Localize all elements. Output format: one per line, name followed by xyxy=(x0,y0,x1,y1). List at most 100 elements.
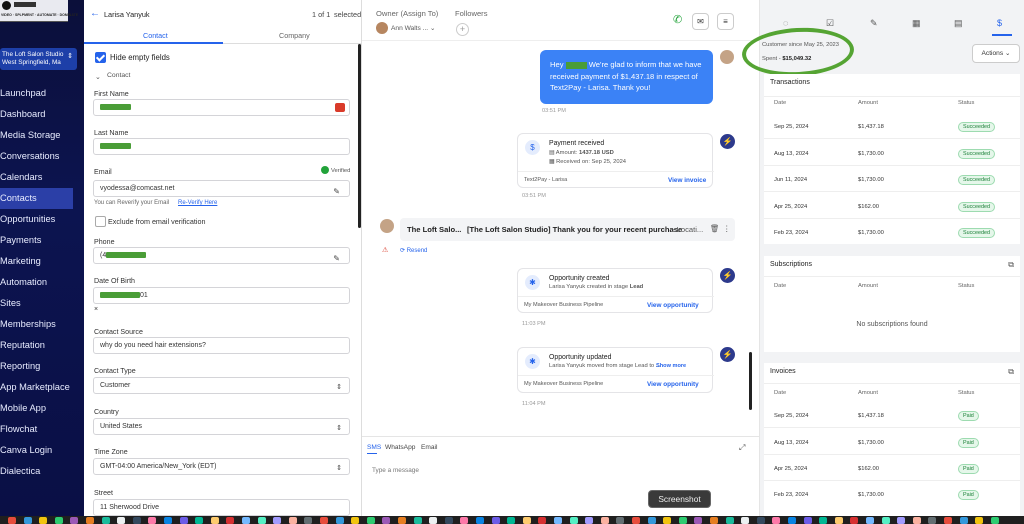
dock-app-icon[interactable] xyxy=(164,517,172,524)
country-select[interactable]: United States ⇕ xyxy=(93,418,350,435)
dock-app-icon[interactable] xyxy=(273,517,282,524)
dock-app-icon[interactable] xyxy=(210,517,219,524)
sidebar-item-launchpad[interactable]: Launchpad xyxy=(0,83,81,104)
clear-date-icon[interactable]: × xyxy=(94,306,98,313)
sidebar-item-sites[interactable]: Sites xyxy=(0,293,81,314)
dock-app-icon[interactable] xyxy=(600,517,609,524)
password-manager-icon[interactable] xyxy=(335,103,345,112)
email-field[interactable]: vyodessa@comcast.net ✎ xyxy=(93,180,350,197)
note-icon[interactable]: ✎ xyxy=(870,18,878,29)
chevron-down-icon[interactable]: ⌄ xyxy=(95,72,101,81)
dock-app-icon[interactable] xyxy=(444,517,453,524)
dock-app-icon[interactable] xyxy=(834,517,843,524)
exclude-verification-checkbox[interactable] xyxy=(95,216,106,227)
dock-app-icon[interactable] xyxy=(569,517,578,524)
dock-app-icon[interactable] xyxy=(632,517,640,524)
dock-app-icon[interactable] xyxy=(429,517,438,524)
dock-app-icon[interactable] xyxy=(226,517,235,524)
email-icon[interactable]: ✉ xyxy=(692,13,709,30)
agency-logo[interactable]: VIDEO · SPLPMENT · AUTOMATE · DOMINATE xyxy=(0,0,78,22)
dock-app-icon[interactable] xyxy=(320,517,328,524)
dock-app-icon[interactable] xyxy=(366,517,375,524)
dock-app-icon[interactable] xyxy=(585,517,594,524)
dock-app-icon[interactable] xyxy=(382,517,391,524)
sidebar-item-flowchat[interactable]: Flowchat xyxy=(0,419,81,440)
sidebar-item-dashboard[interactable]: Dashboard xyxy=(0,104,81,125)
dock-app-icon[interactable] xyxy=(694,517,703,524)
dock-app-icon[interactable] xyxy=(179,517,188,524)
location-switcher[interactable]: The Loft Salon Studio West Springfield, … xyxy=(0,48,77,70)
dock-app-icon[interactable] xyxy=(803,517,812,524)
dock-app-icon[interactable] xyxy=(928,517,937,524)
dock-app-icon[interactable] xyxy=(866,517,874,524)
dock-app-icon[interactable] xyxy=(975,517,984,524)
dob-field[interactable]: 01 xyxy=(93,287,350,304)
edit-pencil-icon[interactable]: ✎ xyxy=(333,251,340,266)
tab-company[interactable]: Company xyxy=(279,31,310,40)
dock-app-icon[interactable] xyxy=(39,517,48,524)
show-more-link[interactable]: Show more xyxy=(656,363,686,369)
owner-select[interactable]: Ann Walts ... ⌄ xyxy=(376,22,436,34)
more-icon[interactable]: ⋮ xyxy=(723,224,731,233)
dock-app-icon[interactable] xyxy=(195,517,204,524)
dock-app-icon[interactable] xyxy=(86,517,94,524)
dock-app-icon[interactable] xyxy=(132,517,141,524)
chat-icon[interactable]: ◌ xyxy=(783,18,788,28)
dock-app-icon[interactable] xyxy=(881,517,890,524)
dock-app-icon[interactable] xyxy=(491,517,500,524)
dock-app-icon[interactable] xyxy=(819,517,828,524)
dock-app-icon[interactable] xyxy=(710,517,718,524)
reverify-link[interactable]: Re-Verify Here xyxy=(178,200,217,206)
dock-app-icon[interactable] xyxy=(335,517,344,524)
dock-app-icon[interactable] xyxy=(678,517,687,524)
external-link-icon[interactable]: ⧉ xyxy=(1008,260,1014,270)
timezone-select[interactable]: GMT-04:00 America/New_York (EDT) ⇕ xyxy=(93,458,350,475)
email-thread-row[interactable]: The Loft Salo... [The Loft Salon Studio]… xyxy=(400,218,735,241)
dock-app-icon[interactable] xyxy=(663,517,672,524)
dock-app-icon[interactable] xyxy=(850,517,859,524)
filter-icon[interactable]: ≡ xyxy=(717,13,734,30)
dock-app-icon[interactable] xyxy=(351,517,360,524)
view-opportunity-link[interactable]: View opportunity xyxy=(647,381,699,388)
sidebar-item-dialectica[interactable]: Dialectica xyxy=(0,461,81,482)
conversation-scrollbar[interactable] xyxy=(749,352,752,410)
sidebar-item-marketing[interactable]: Marketing xyxy=(0,251,81,272)
dock-app-icon[interactable] xyxy=(772,517,781,524)
dock-app-icon[interactable] xyxy=(959,517,968,524)
dock-app-icon[interactable] xyxy=(725,517,734,524)
dock-app-icon[interactable] xyxy=(413,517,422,524)
dock-app-icon[interactable] xyxy=(476,517,484,524)
phone-icon[interactable]: ✆ xyxy=(673,13,682,26)
dock-app-icon[interactable] xyxy=(70,517,79,524)
dock-app-icon[interactable] xyxy=(522,517,531,524)
sidebar-item-conversations[interactable]: Conversations xyxy=(0,146,81,167)
dock-app-icon[interactable] xyxy=(616,517,625,524)
actions-dropdown[interactable]: Actions ⌄ xyxy=(972,44,1020,63)
tab-email[interactable]: Email xyxy=(421,444,438,451)
dock-app-icon[interactable] xyxy=(554,517,562,524)
dock-app-icon[interactable] xyxy=(538,517,547,524)
sidebar-item-automation[interactable]: Automation xyxy=(0,272,81,293)
tab-sms[interactable]: SMS xyxy=(367,444,381,451)
last-name-field[interactable] xyxy=(93,138,350,155)
tab-whatsapp[interactable]: WhatsApp xyxy=(385,444,415,451)
tab-contact[interactable]: Contact xyxy=(143,31,168,40)
add-follower-button[interactable]: + xyxy=(456,23,469,36)
sidebar-item-mobile-app[interactable]: Mobile App xyxy=(0,398,81,419)
first-name-field[interactable] xyxy=(93,99,350,116)
message-input[interactable]: Type a message xyxy=(372,467,419,474)
sidebar-item-reputation[interactable]: Reputation xyxy=(0,335,81,356)
dock-app-icon[interactable] xyxy=(647,517,656,524)
sidebar-item-opportunities[interactable]: Opportunities xyxy=(0,209,81,230)
external-link-icon[interactable]: ⧉ xyxy=(1008,367,1014,377)
dock-app-icon[interactable] xyxy=(507,517,516,524)
dock-app-icon[interactable] xyxy=(756,517,765,524)
view-opportunity-link[interactable]: View opportunity xyxy=(647,302,699,309)
sidebar-item-app-marketplace[interactable]: App Marketplace xyxy=(0,377,81,398)
dock-app-icon[interactable] xyxy=(897,517,906,524)
dock-app-icon[interactable] xyxy=(944,517,952,524)
dock-app-icon[interactable] xyxy=(8,517,16,524)
sidebar-item-canva-login[interactable]: Canva Login xyxy=(0,440,81,461)
dock-app-icon[interactable] xyxy=(788,517,796,524)
dock-app-icon[interactable] xyxy=(257,517,266,524)
